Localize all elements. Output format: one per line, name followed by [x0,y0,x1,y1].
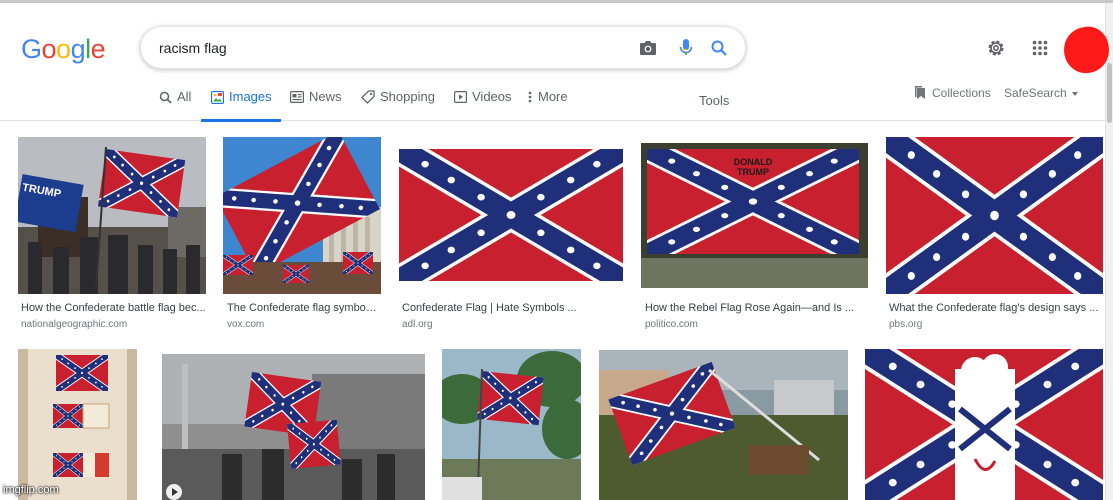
logo-letter: o [56,34,71,64]
google-logo[interactable]: Google [21,34,106,65]
result-source: politico.com [645,319,698,330]
tab-label: All [177,89,192,104]
result-image-9[interactable] [599,350,848,500]
tab-all[interactable]: All [158,89,191,121]
collections-button[interactable]: Collections [914,85,991,100]
result-caption[interactable]: Confederate Flag | Hate Symbols ... [402,302,622,314]
result-source: pbs.org [889,319,923,330]
tab-label: Videos [472,89,512,104]
logo-letter: e [90,34,106,64]
gear-icon[interactable] [984,36,1008,60]
camera-icon[interactable] [636,36,660,60]
logo-letter: G [21,34,42,64]
result-caption[interactable]: How the Rebel Flag Rose Again—and Is ... [645,302,865,314]
tab-news[interactable]: News [290,89,342,121]
search-input[interactable] [159,38,619,58]
collections-label: Collections [932,85,991,100]
tab-shopping[interactable]: Shopping [361,89,435,121]
kebab-icon [527,90,533,104]
donald-trump-text: DONALD TRUMP [733,157,773,177]
result-image-2[interactable] [223,137,381,294]
search-box [140,26,746,69]
safesearch-label: SafeSearch [1004,86,1067,100]
result-caption[interactable]: What the Confederate flag's design says … [889,302,1101,314]
tab-label: More [538,89,568,104]
image-icon [210,90,224,104]
tab-videos[interactable]: Videos [453,89,512,121]
video-icon [453,90,467,104]
tab-label: News [309,89,342,104]
result-source: adl.org [402,319,433,330]
search-icon [158,90,172,104]
scrollbar-thumb[interactable] [1107,63,1112,123]
tab-label: Shopping [380,89,435,104]
tools-button[interactable]: Tools [699,93,729,108]
safesearch-dropdown[interactable]: SafeSearch [1004,86,1079,100]
logo-letter: g [70,34,86,64]
result-caption[interactable]: How the Confederate battle flag bec... [21,302,207,314]
tab-label: Images [229,89,272,104]
tag-icon [361,90,375,104]
result-image-3[interactable] [399,149,623,281]
apps-grid-icon[interactable] [1028,36,1052,60]
result-image-4[interactable]: DONALD TRUMP [641,143,868,288]
logo-letter: o [41,34,57,64]
result-image-10[interactable] [865,349,1103,500]
mic-icon[interactable] [674,36,698,60]
tab-images[interactable]: Images [201,89,281,122]
avatar[interactable] [1060,23,1113,77]
search-icon[interactable] [707,36,731,60]
result-image-5[interactable] [886,137,1103,294]
result-source: vox.com [227,319,265,330]
caret-down-icon [1072,91,1079,96]
result-image-1[interactable]: TRUMP [18,137,206,294]
news-icon [290,90,304,104]
result-image-7[interactable] [162,354,425,500]
result-caption[interactable]: The Confederate flag symboli... [227,302,379,314]
result-source: nationalgeographic.com [21,319,128,330]
header: Google All Images News [0,3,1113,122]
bookmark-icon [914,85,926,100]
result-image-8[interactable] [442,349,581,500]
result-image-6[interactable] [18,349,137,500]
imgflip-watermark: imgflip.com [3,484,59,496]
tab-more[interactable]: More [527,89,568,121]
scrollbar[interactable] [1105,3,1113,500]
